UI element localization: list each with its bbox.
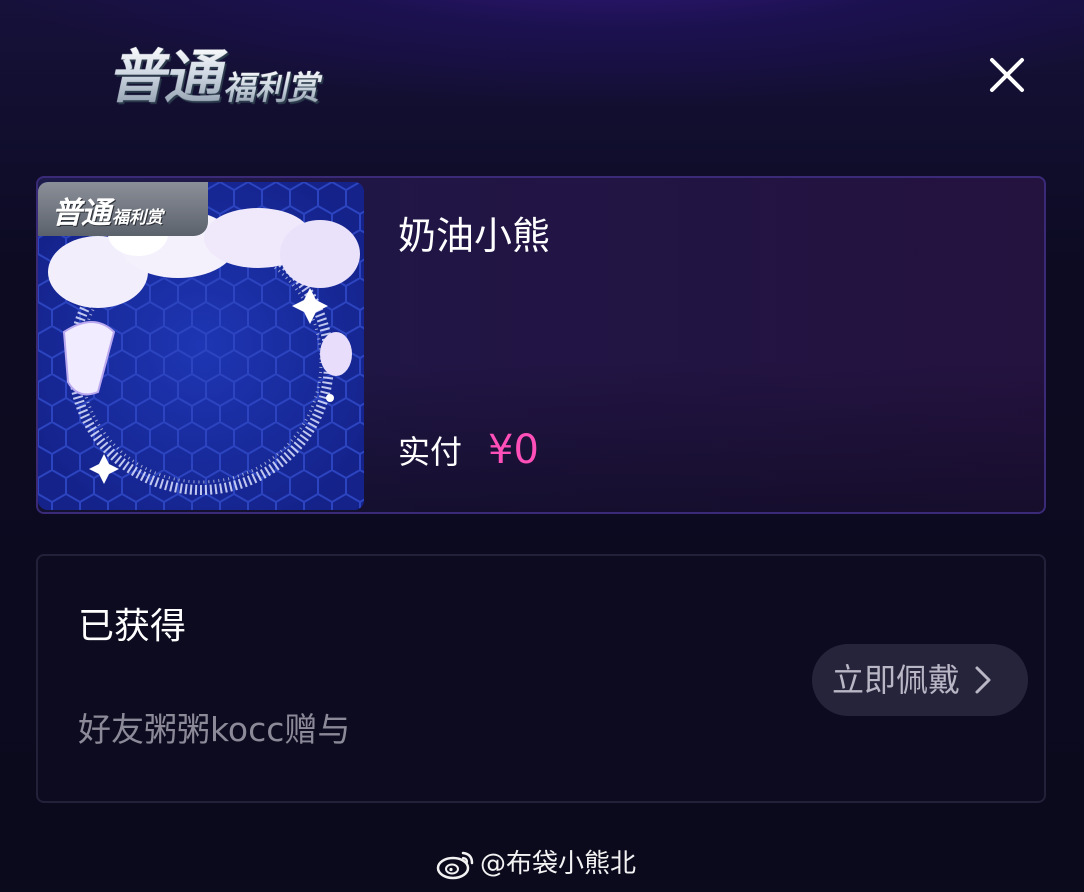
reward-tier-logo: 普通 福利赏 bbox=[104, 43, 331, 111]
reward-dialog: 普通 福利赏 普通 福利赏 奶油小熊 实付 ¥0 已获得 好友粥粥kocc赠与 … bbox=[0, 0, 1084, 892]
tier-badge: 普通 福利赏 bbox=[38, 182, 208, 236]
tier-badge-sub: 福利赏 bbox=[112, 208, 163, 228]
obtained-title: 已获得 bbox=[78, 606, 187, 647]
avatar-frame-thumbnail: 普通 福利赏 bbox=[38, 182, 364, 510]
product-card: 普通 福利赏 奶油小熊 实付 ¥0 bbox=[36, 176, 1046, 514]
wear-now-label: 立即佩戴 bbox=[832, 661, 961, 699]
wear-now-button[interactable]: 立即佩戴 bbox=[812, 644, 1028, 716]
obtained-card: 已获得 好友粥粥kocc赠与 立即佩戴 bbox=[36, 554, 1046, 803]
watermark-text: @布袋小熊北 bbox=[480, 849, 637, 879]
price-value: ¥0 bbox=[488, 427, 539, 473]
close-button[interactable] bbox=[984, 52, 1030, 98]
logo-main-text: 普通 bbox=[104, 43, 232, 111]
price-row: 实付 ¥0 bbox=[398, 428, 539, 474]
gift-source-text: 好友粥粥kocc赠与 bbox=[78, 710, 351, 749]
weibo-icon bbox=[436, 851, 474, 880]
price-label: 实付 bbox=[398, 433, 463, 471]
chevron-right-icon bbox=[975, 666, 991, 694]
watermark: @布袋小熊北 bbox=[436, 846, 636, 882]
close-icon bbox=[990, 58, 1024, 92]
logo-sub-text: 福利赏 bbox=[221, 69, 326, 107]
tier-badge-main: 普通 bbox=[52, 196, 111, 231]
product-name: 奶油小熊 bbox=[398, 214, 551, 258]
